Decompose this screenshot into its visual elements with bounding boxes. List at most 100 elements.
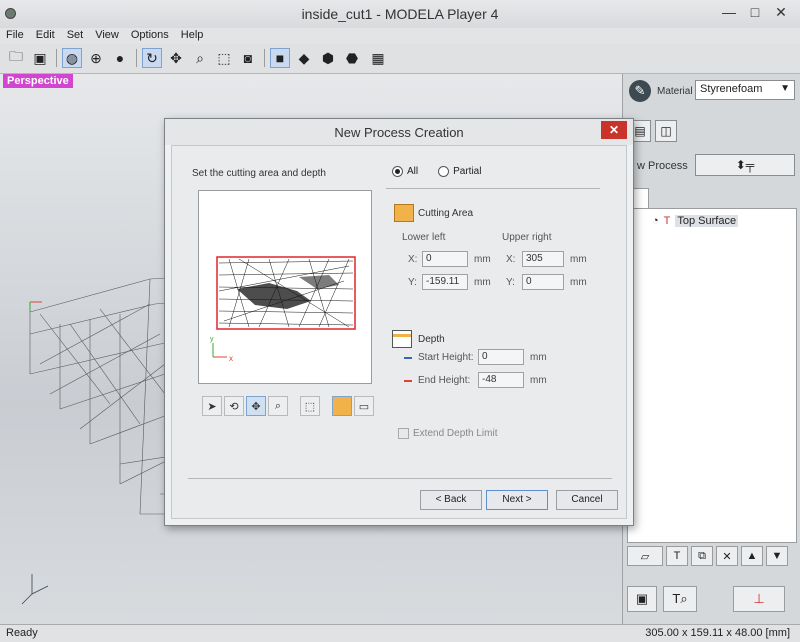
ur-x-label: X: (506, 254, 516, 265)
menu-file[interactable]: File (0, 28, 30, 44)
view-side-icon[interactable]: ⬣ (342, 48, 362, 68)
toolbar-divider (136, 49, 137, 67)
move-up-icon[interactable]: ▲ (741, 546, 763, 566)
unit-label: mm (530, 375, 547, 386)
dialog-close-button[interactable]: ✕ (601, 121, 627, 139)
menu-view[interactable]: View (89, 28, 125, 44)
stop-icon[interactable]: ▣ (627, 586, 657, 612)
rotate-icon[interactable]: ↻ (142, 48, 162, 68)
depth-select-icon[interactable]: ▭ (354, 396, 374, 416)
cutting-area-icon (394, 204, 414, 222)
end-height-field[interactable]: -48 (478, 372, 524, 388)
start-height-field[interactable]: 0 (478, 349, 524, 365)
multi-view-icon[interactable]: ▦ (368, 48, 388, 68)
toolbar-divider (56, 49, 57, 67)
ll-y-label: Y: (408, 277, 417, 288)
start-height-marker (404, 357, 412, 359)
status-text: Ready (6, 627, 38, 639)
pan-icon[interactable]: ✥ (166, 48, 186, 68)
globe-wire-icon[interactable]: ◍ (62, 48, 82, 68)
view-cube-icon[interactable]: ⬢ (318, 48, 338, 68)
upper-right-label: Upper right (502, 232, 552, 243)
end-height-marker (404, 380, 412, 382)
end-height-label: End Height: (418, 375, 471, 386)
eye-icon[interactable]: ◔ (652, 215, 659, 227)
tree-item-top-surface[interactable]: ◔ T Top Surface (652, 215, 739, 227)
ll-x-label: X: (408, 254, 418, 265)
radio-all-label: All (407, 166, 419, 177)
menu-help[interactable]: Help (175, 28, 210, 44)
radio-all-dot[interactable] (392, 166, 403, 177)
surface-icon[interactable]: ▱ (627, 546, 663, 566)
lower-left-x-field[interactable]: 0 (422, 251, 468, 267)
material-select[interactable]: Styrenefoam ▼ (695, 80, 795, 100)
radio-all[interactable]: All (392, 166, 418, 177)
process-edit-icon[interactable]: ◫ (655, 120, 677, 142)
minimize-button[interactable]: — (718, 4, 740, 20)
extend-depth-checkbox[interactable] (398, 428, 409, 439)
back-button[interactable]: < Back (420, 490, 482, 510)
copy-icon[interactable]: ⧉ (691, 546, 713, 566)
ur-y-label: Y: (506, 277, 515, 288)
model-dimensions: 305.00 x 159.11 x 48.00 [mm] (645, 627, 790, 639)
cut-icon[interactable]: ⊥ (733, 586, 785, 612)
close-window-button[interactable]: ✕ (770, 4, 792, 21)
divider (386, 188, 600, 189)
area-select-icon[interactable] (332, 396, 352, 416)
upper-right-y-field[interactable]: 0 (522, 274, 564, 290)
cancel-button[interactable]: Cancel (556, 490, 618, 510)
maximize-button[interactable]: □ (744, 4, 766, 20)
toolbar: 🗀 ▣ ◍ ⊕ ● ↻ ✥ ⌕ ⬚ ◙ ■ ◆ ⬢ ⬣ ▦ (0, 44, 800, 74)
toolbar-divider (264, 49, 265, 67)
dialog-body: Set the cutting area and depth y x ➤ ⟲ ✥… (171, 145, 627, 519)
title-bar: inside_cut1 - MODELA Player 4 — □ ✕ (0, 0, 800, 28)
globe-icon[interactable]: ⊕ (86, 48, 106, 68)
menu-options[interactable]: Options (125, 28, 175, 44)
fit-view-icon[interactable]: ⬚ (214, 48, 234, 68)
unit-label: mm (570, 277, 587, 288)
open-folder-icon[interactable]: 🗀 (6, 48, 26, 68)
delete-icon[interactable]: ✕ (716, 546, 738, 566)
depth-icon (392, 330, 412, 348)
new-process-button[interactable]: ⬍╤ (695, 154, 795, 176)
save-icon[interactable]: ▣ (30, 48, 50, 68)
process-panel: ✎ Material Styrenefoam ▼ ▤ ◫ w Process ⬍… (622, 74, 800, 624)
next-button[interactable]: Next > (486, 490, 548, 510)
unit-label: mm (570, 254, 587, 265)
tool-add-icon[interactable]: T (666, 546, 688, 566)
zoom-window-icon[interactable]: ◙ (238, 48, 258, 68)
dialog-titlebar: New Process Creation ✕ (165, 119, 633, 145)
compass-icon[interactable]: ✎ (629, 80, 651, 102)
zoom-icon[interactable]: ⌕ (268, 396, 288, 416)
lower-left-y-field[interactable]: -159.11 (422, 274, 468, 290)
preview-cut-icon[interactable]: T⌕ (663, 586, 697, 612)
process-tree[interactable]: ◔ T Top Surface (627, 208, 797, 543)
upper-right-x-field[interactable]: 305 (522, 251, 564, 267)
tool-icon: T (663, 215, 671, 227)
status-bar: Ready 305.00 x 159.11 x 48.00 [mm] (0, 624, 800, 642)
view-iso-icon[interactable]: ◆ (294, 48, 314, 68)
area-preview[interactable]: y x (198, 190, 372, 384)
menu-set[interactable]: Set (61, 28, 90, 44)
radio-partial-label: Partial (453, 166, 482, 177)
rotate-view-icon[interactable]: ⟲ (224, 396, 244, 416)
preview-axis-x-label: x (229, 354, 233, 363)
sphere-icon[interactable]: ● (110, 48, 130, 68)
radio-partial[interactable]: Partial (438, 166, 481, 177)
start-height-label: Start Height: (418, 352, 474, 363)
pan-icon[interactable]: ✥ (246, 396, 266, 416)
pointer-icon[interactable]: ➤ (202, 396, 222, 416)
move-down-icon[interactable]: ▼ (766, 546, 788, 566)
cutting-area-label: Cutting Area (418, 208, 474, 219)
zoom-icon[interactable]: ⌕ (190, 48, 210, 68)
extend-depth-checkbox-row[interactable]: Extend Depth Limit (398, 428, 498, 439)
cutting-caption: Set the cutting area and depth (192, 168, 326, 179)
extend-depth-label: Extend Depth Limit (413, 428, 498, 439)
process-actions: ▱ T ⧉ ✕ ▲ ▼ (627, 546, 797, 568)
view-front-icon[interactable]: ■ (270, 48, 290, 68)
menu-edit[interactable]: Edit (30, 28, 61, 44)
footer-divider (188, 478, 612, 479)
fit-icon[interactable]: ⬚ (300, 396, 320, 416)
new-process-dialog: New Process Creation ✕ Set the cutting a… (164, 118, 634, 526)
radio-partial-dot[interactable] (438, 166, 450, 177)
